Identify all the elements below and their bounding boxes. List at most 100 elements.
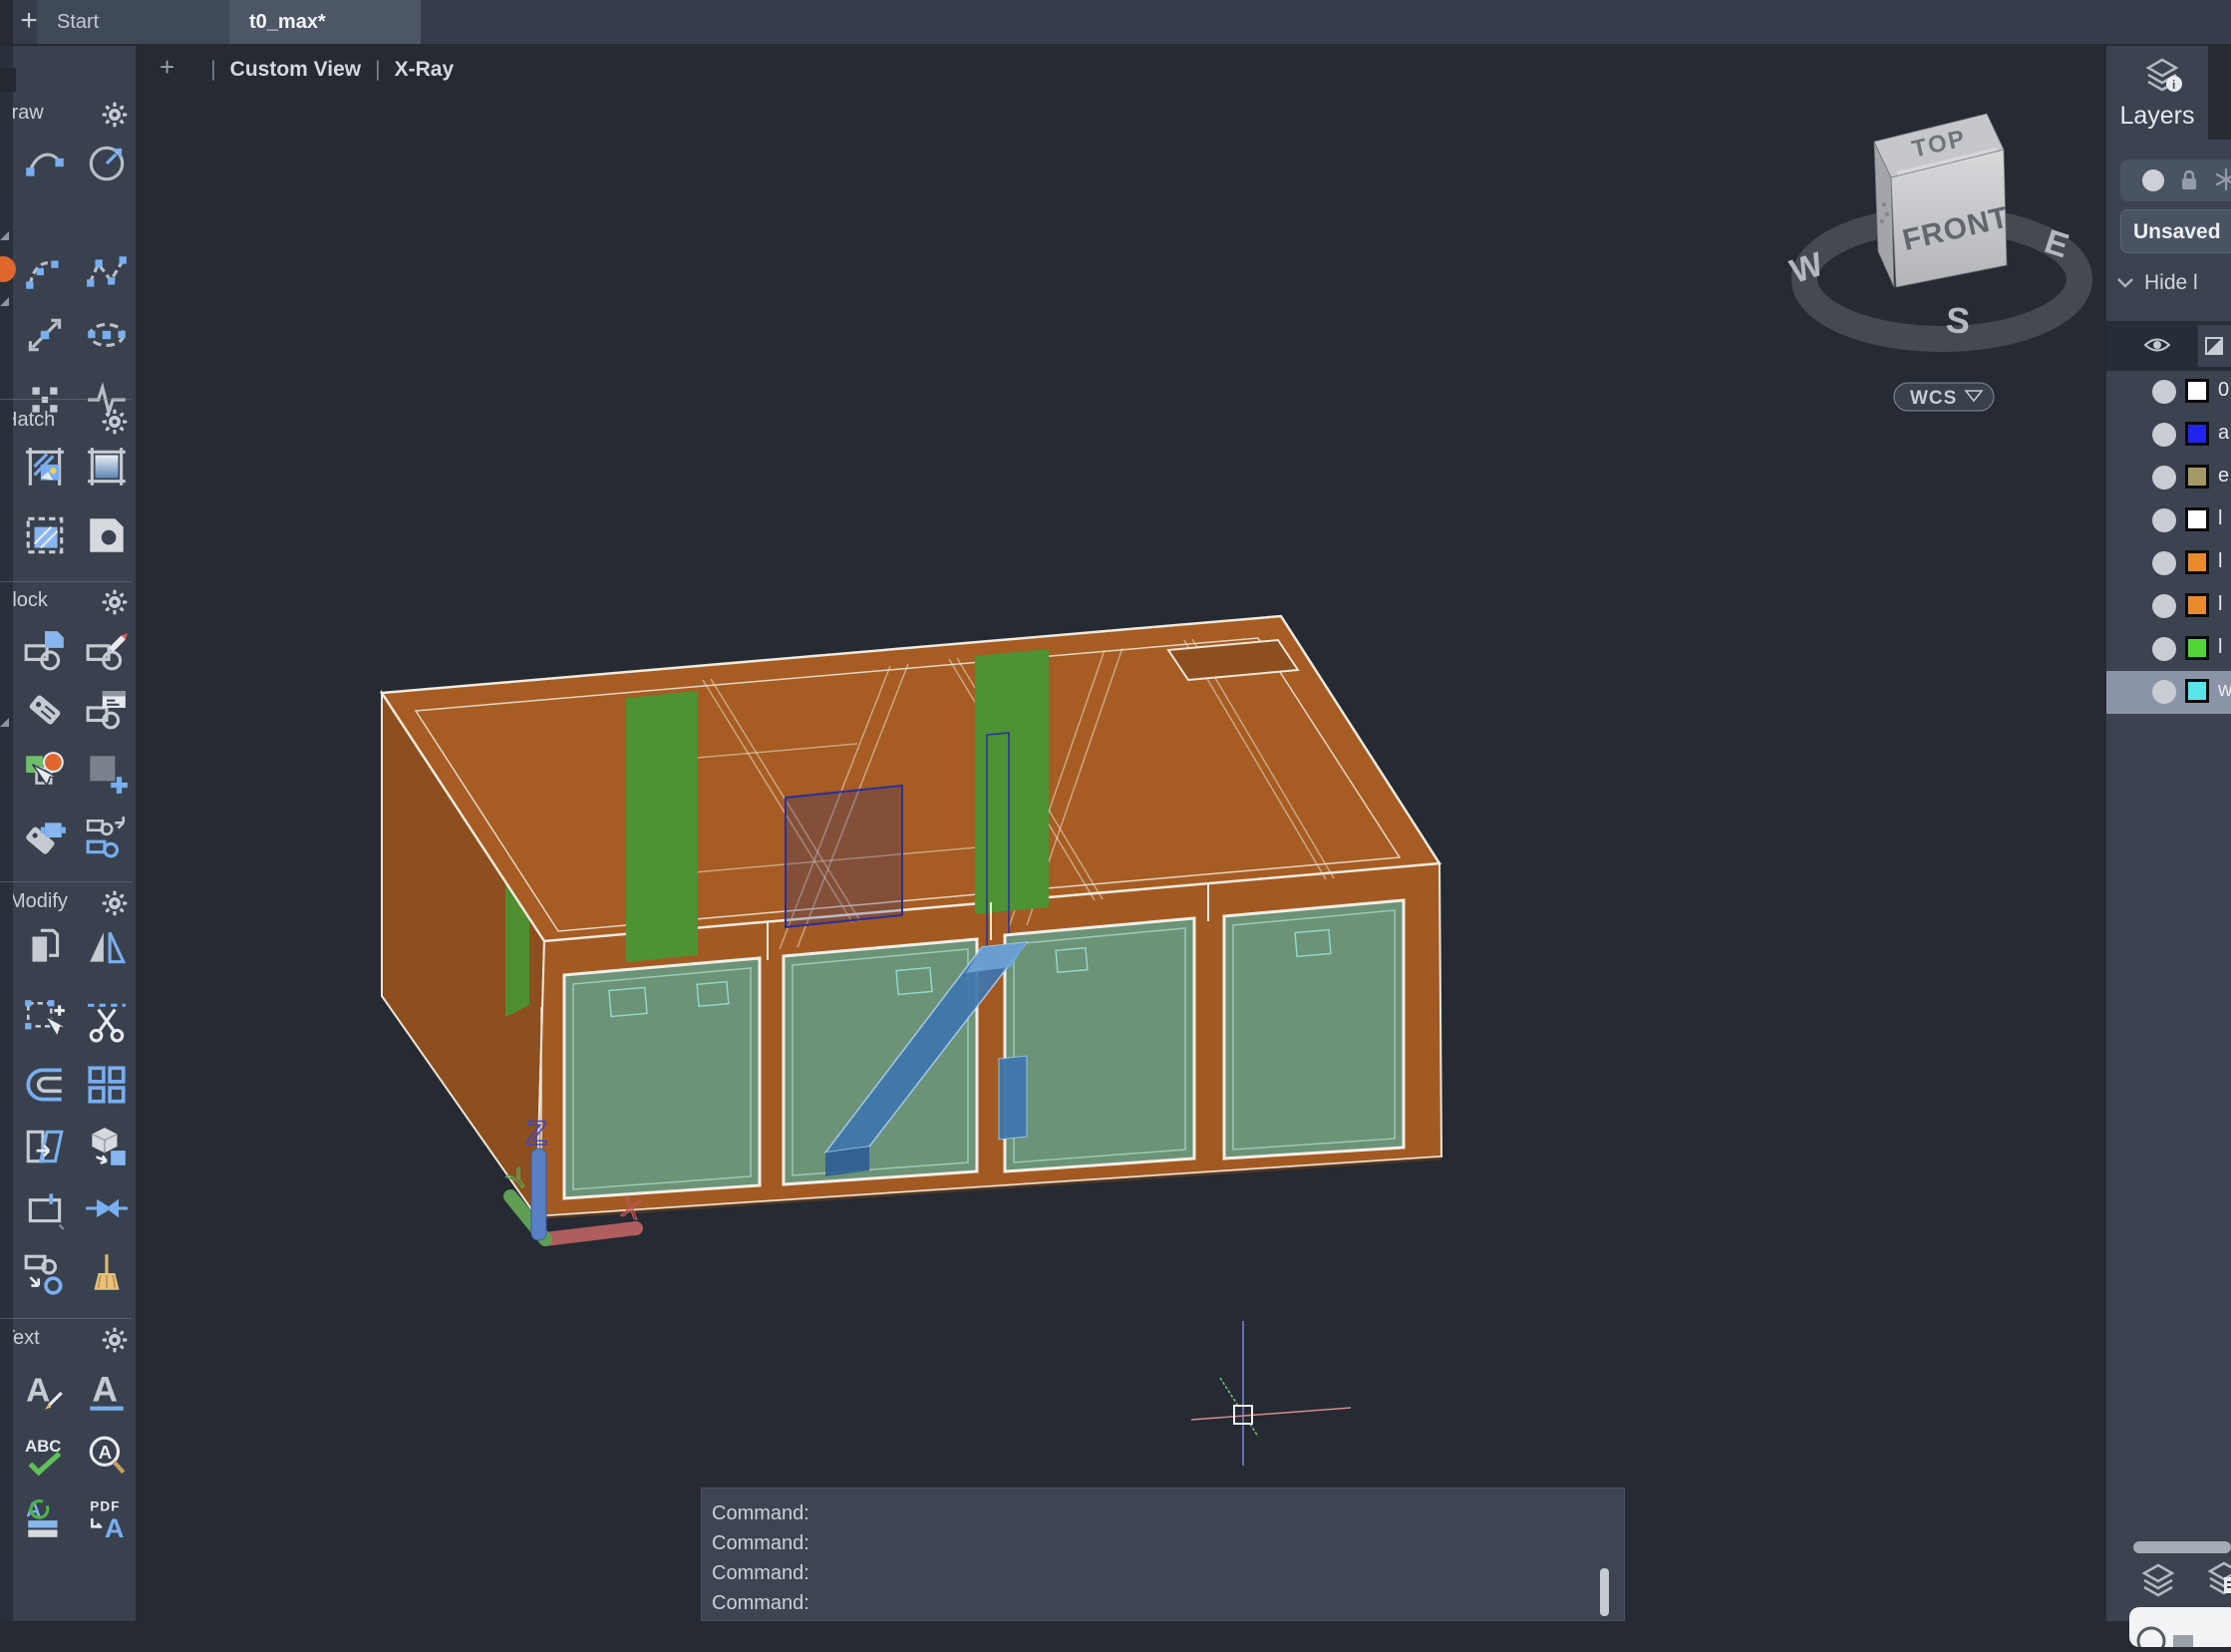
hide-layers-toggle[interactable]: Hide l: [2116, 271, 2231, 301]
stretch-shape-icon[interactable]: [22, 1124, 68, 1169]
lock-icon[interactable]: [2178, 167, 2200, 193]
draw-settings-gear-icon[interactable]: [102, 102, 128, 128]
array-icon[interactable]: [84, 1062, 130, 1108]
text-style-icon[interactable]: A: [22, 1370, 68, 1416]
color-column-button[interactable]: [2198, 325, 2231, 367]
layer-on-bulb[interactable]: [2152, 423, 2176, 447]
block-settings-gear-icon[interactable]: [102, 589, 128, 615]
wcs-dropdown[interactable]: WCS: [1894, 383, 1994, 411]
block-attribute-icon[interactable]: [22, 687, 68, 733]
layer-on-bulb[interactable]: [2152, 637, 2176, 661]
text-align-icon[interactable]: A: [22, 1495, 68, 1541]
hatch-gradient-icon[interactable]: [84, 444, 130, 490]
layer-color-swatch[interactable]: [2185, 507, 2209, 531]
layer-row[interactable]: l: [2106, 628, 2231, 671]
layer-row[interactable]: l: [2106, 499, 2231, 542]
clipped-tool-icon: [0, 256, 16, 282]
layer-on-bulb[interactable]: [2152, 680, 2176, 704]
view-name-menu[interactable]: Custom View: [230, 58, 361, 81]
draw-spline-icon[interactable]: [22, 249, 68, 295]
layers-horizontal-scrollbar[interactable]: [2133, 1541, 2231, 1553]
pick-block-icon[interactable]: [22, 750, 68, 796]
layer-row[interactable]: l: [2106, 542, 2231, 585]
layer-color-swatch[interactable]: [2185, 550, 2209, 574]
section-label-hatch: Hatch: [13, 409, 91, 435]
text-settings-gear-icon[interactable]: [102, 1327, 128, 1353]
command-scrollbar[interactable]: [1600, 1568, 1609, 1616]
layer-row[interactable]: a: [2106, 414, 2231, 457]
door-outline-a: [786, 786, 902, 927]
layer-properties-icon[interactable]: [2202, 1555, 2231, 1599]
align-3d-icon[interactable]: [84, 1124, 130, 1169]
copy-icon[interactable]: [22, 924, 68, 970]
command-line: Command:: [712, 1498, 1569, 1528]
join-icon[interactable]: [84, 1185, 130, 1231]
layer-color-swatch[interactable]: [2185, 636, 2209, 660]
command-line: Command:: [712, 1588, 1569, 1618]
offset-icon[interactable]: [22, 1062, 68, 1108]
draw-arc-icon[interactable]: [22, 140, 68, 185]
svg-text:A: A: [99, 1442, 113, 1463]
insert-block-icon[interactable]: [22, 627, 68, 673]
layer-on-bulb[interactable]: [2152, 380, 2176, 404]
layer-name: l: [2218, 636, 2222, 659]
layer-states-icon[interactable]: [2136, 1559, 2180, 1599]
add-viewport-button[interactable]: +: [159, 52, 174, 82]
layer-color-swatch[interactable]: [2185, 465, 2209, 489]
ucs-x-axis: [545, 1228, 636, 1239]
layer-color-swatch[interactable]: [2185, 593, 2209, 617]
freeze-snowflake-icon[interactable]: [2214, 167, 2231, 191]
layer-controls-bar: [2120, 160, 2231, 201]
text-icon[interactable]: A: [84, 1370, 130, 1416]
sync-attributes-icon[interactable]: [22, 815, 68, 860]
draw-stretch-icon[interactable]: [22, 312, 68, 358]
layer-filter-dropdown[interactable]: Unsaved: [2120, 209, 2231, 253]
svg-text:A: A: [26, 1372, 50, 1409]
draw-circle-icon[interactable]: [84, 140, 130, 185]
tab-start[interactable]: Start: [37, 0, 229, 44]
visual-style-menu[interactable]: X-Ray: [395, 58, 455, 81]
hatch-image-icon[interactable]: [22, 444, 68, 490]
layer-on-bulb[interactable]: [2152, 594, 2176, 618]
visibility-column-eye-icon[interactable]: [2144, 336, 2170, 354]
hatch-settings-gear-icon[interactable]: [102, 409, 128, 435]
layer-row[interactable]: 0: [2106, 371, 2231, 414]
draw-ellipse-icon[interactable]: [84, 312, 130, 358]
layer-on-bulb[interactable]: [2152, 508, 2176, 532]
layer-on-bulb[interactable]: [2152, 551, 2176, 575]
edit-block-icon[interactable]: [84, 627, 130, 673]
tab-drawing[interactable]: t0_max*: [229, 0, 421, 44]
viewcube[interactable]: TOP FRONT W S E WCS: [1785, 114, 2079, 411]
section-label-draw: Draw: [13, 102, 91, 128]
layers-panel-icon: i: [2140, 54, 2184, 94]
command-panel[interactable]: Command: Command: Command: Command:: [701, 1487, 1625, 1621]
mirror-icon[interactable]: [84, 924, 130, 970]
layer-row[interactable]: l: [2106, 585, 2231, 628]
layer-row[interactable]: e: [2106, 457, 2231, 499]
move-selection-icon[interactable]: [22, 997, 68, 1043]
pdf-import-icon[interactable]: PDF A: [84, 1495, 130, 1541]
layer-color-swatch[interactable]: [2185, 422, 2209, 446]
layer-on-bulb[interactable]: [2152, 466, 2176, 490]
layer-color-swatch[interactable]: [2185, 379, 2209, 403]
attribute-table-icon[interactable]: [84, 687, 130, 733]
hatch-tone-icon[interactable]: [84, 512, 130, 558]
hatch-pattern-icon[interactable]: [22, 512, 68, 558]
create-block-icon[interactable]: [84, 750, 130, 796]
layer-color-swatch[interactable]: [2185, 679, 2209, 703]
draw-polyline-icon[interactable]: [84, 249, 130, 295]
trim-icon[interactable]: [84, 997, 130, 1043]
viewport-canvas[interactable]: Z Y X TOP FRONT W S E WCS: [0, 44, 2231, 1621]
purge-broom-icon[interactable]: [84, 1250, 130, 1296]
explode-icon[interactable]: [22, 1250, 68, 1296]
layer-row-selected[interactable]: w: [2106, 671, 2231, 714]
svg-text:ABC: ABC: [25, 1437, 61, 1456]
break-icon[interactable]: [22, 1185, 68, 1231]
layer-on-off-icon[interactable]: [2142, 169, 2164, 191]
layer-name: l: [2218, 507, 2222, 530]
layers-panel: i Layers Unsaved Hide l 0 a e: [2106, 46, 2231, 1621]
replace-block-icon[interactable]: [84, 815, 130, 860]
spell-check-icon[interactable]: ABC: [22, 1433, 68, 1479]
find-text-icon[interactable]: A: [84, 1433, 130, 1479]
modify-settings-gear-icon[interactable]: [102, 890, 128, 916]
